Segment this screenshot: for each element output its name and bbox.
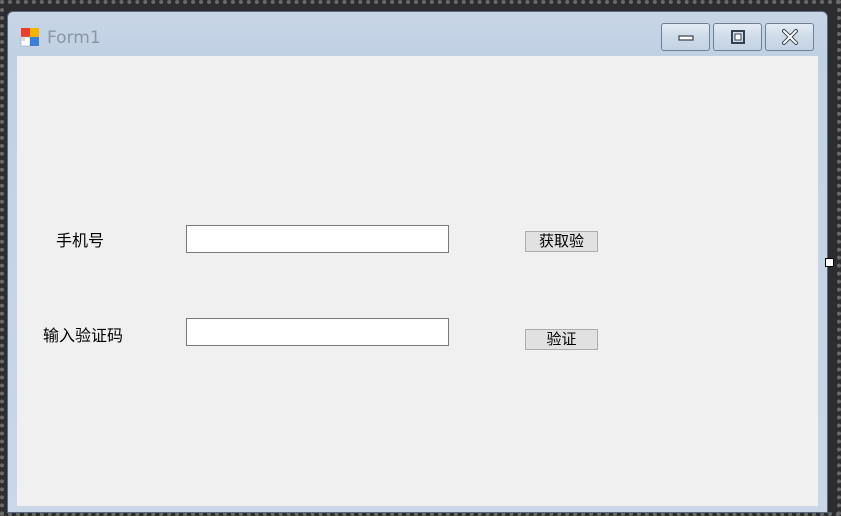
phone-label: 手机号 xyxy=(56,231,105,250)
window-title: Form1 xyxy=(47,28,101,48)
minimize-icon xyxy=(677,35,694,41)
get-code-button[interactable]: 获取验 xyxy=(525,231,598,252)
verify-button[interactable]: 验证 xyxy=(525,329,598,350)
close-icon xyxy=(781,29,798,45)
maximize-button[interactable] xyxy=(713,23,762,51)
phone-input[interactable] xyxy=(186,225,449,253)
code-label: 输入验证码 xyxy=(43,326,124,345)
app-icon xyxy=(20,27,40,47)
close-button[interactable] xyxy=(765,23,814,51)
form-client-area: 手机号 获取验 输入验证码 验证 xyxy=(17,56,818,506)
maximize-icon xyxy=(730,30,745,44)
resize-handle[interactable] xyxy=(825,258,834,267)
title-bar[interactable]: Form1 xyxy=(8,12,827,56)
code-input[interactable] xyxy=(186,318,449,346)
form-window: Form1 手机号 获取验 输入验证码 验证 xyxy=(7,11,828,513)
minimize-button[interactable] xyxy=(661,23,710,51)
